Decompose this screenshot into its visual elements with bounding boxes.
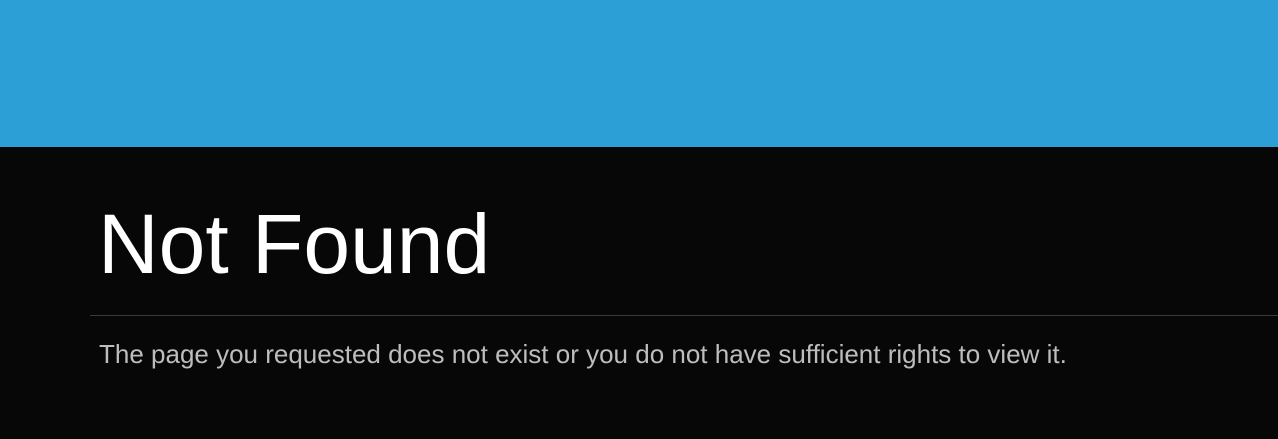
page-title: Not Found	[98, 197, 491, 291]
error-content: Not Found The page you requested does no…	[0, 147, 1278, 439]
top-banner	[0, 0, 1278, 147]
error-message: The page you requested does not exist or…	[99, 339, 1067, 369]
title-divider	[90, 315, 1278, 316]
